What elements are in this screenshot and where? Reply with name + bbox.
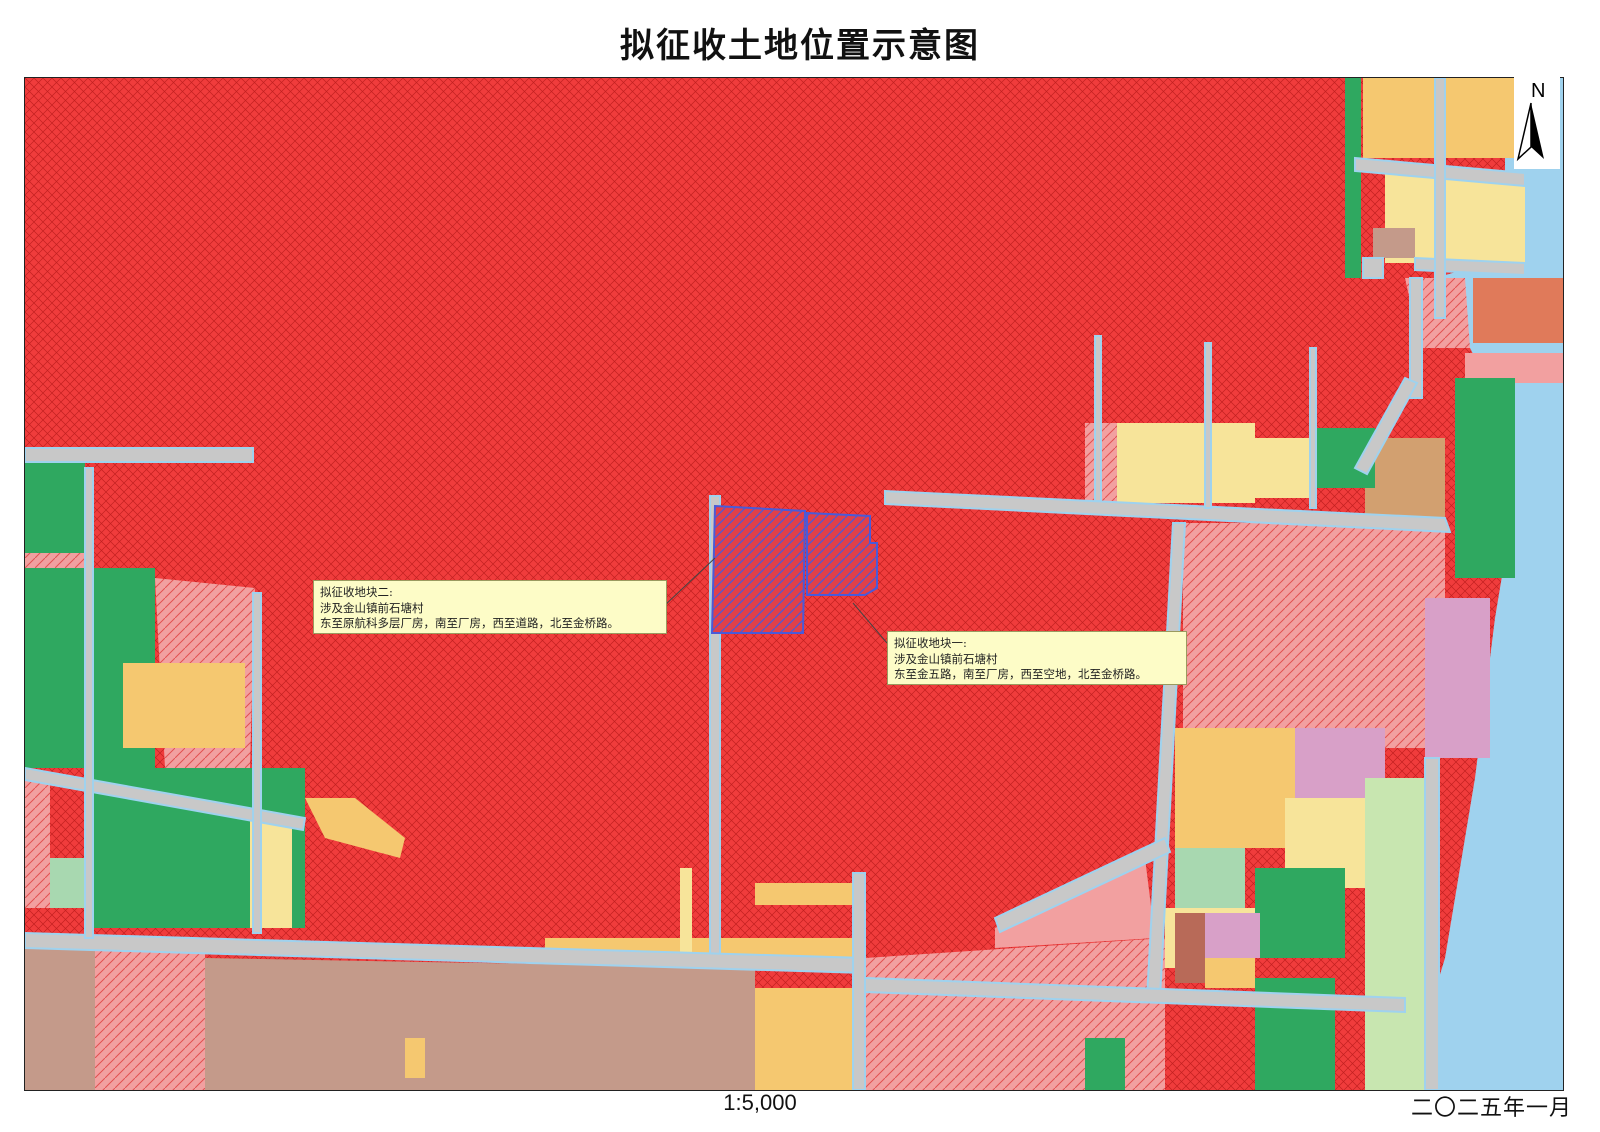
parcel-two [710,504,807,634]
parcel-one-village: 涉及金山镇前石塘村 [894,651,998,666]
date-label: 二〇二五年一月 [1410,1096,1572,1121]
planned-industrial-east [1183,523,1445,748]
parcel-one-callout[interactable]: 拟征收地块一: 涉及金山镇前石塘村 东至金五路，南至厂房，西至空地，北至金桥路。 [887,631,1187,685]
scale-label: 1:5,000 [723,1090,797,1115]
map-title: 拟征收土地位置示意图 [620,26,980,66]
map-canvas[interactable]: 拟征收地块二: 涉及金山镇前石塘村 东至原航科多层厂房，南至厂房，西至道路，北至… [24,77,1564,1091]
west-green [25,463,85,553]
parcel-two-boundary: 东至原航科多层厂房，南至厂房，西至道路，北至金桥路。 [320,616,619,630]
east-green [1455,378,1515,578]
parcel-two-callout[interactable]: 拟征收地块二: 涉及金山镇前石塘村 东至原航科多层厂房，南至厂房，西至道路，北至… [313,580,667,634]
land-use-map [25,78,1563,1090]
parcel-one-boundary: 东至金五路，南至厂房，西至空地，北至金桥路。 [894,667,1147,681]
parcel-one-title: 拟征收地块一: [894,636,967,650]
parcel-one [806,511,878,596]
parcel-two-title: 拟征收地块二: [320,585,393,599]
north-label: N [1531,80,1545,102]
sw-brown [25,938,95,1090]
north-arrow: N [1514,77,1560,169]
north-arrow-icon: N [1514,77,1560,169]
parcel-two-village: 涉及金山镇前石塘村 [320,600,424,615]
